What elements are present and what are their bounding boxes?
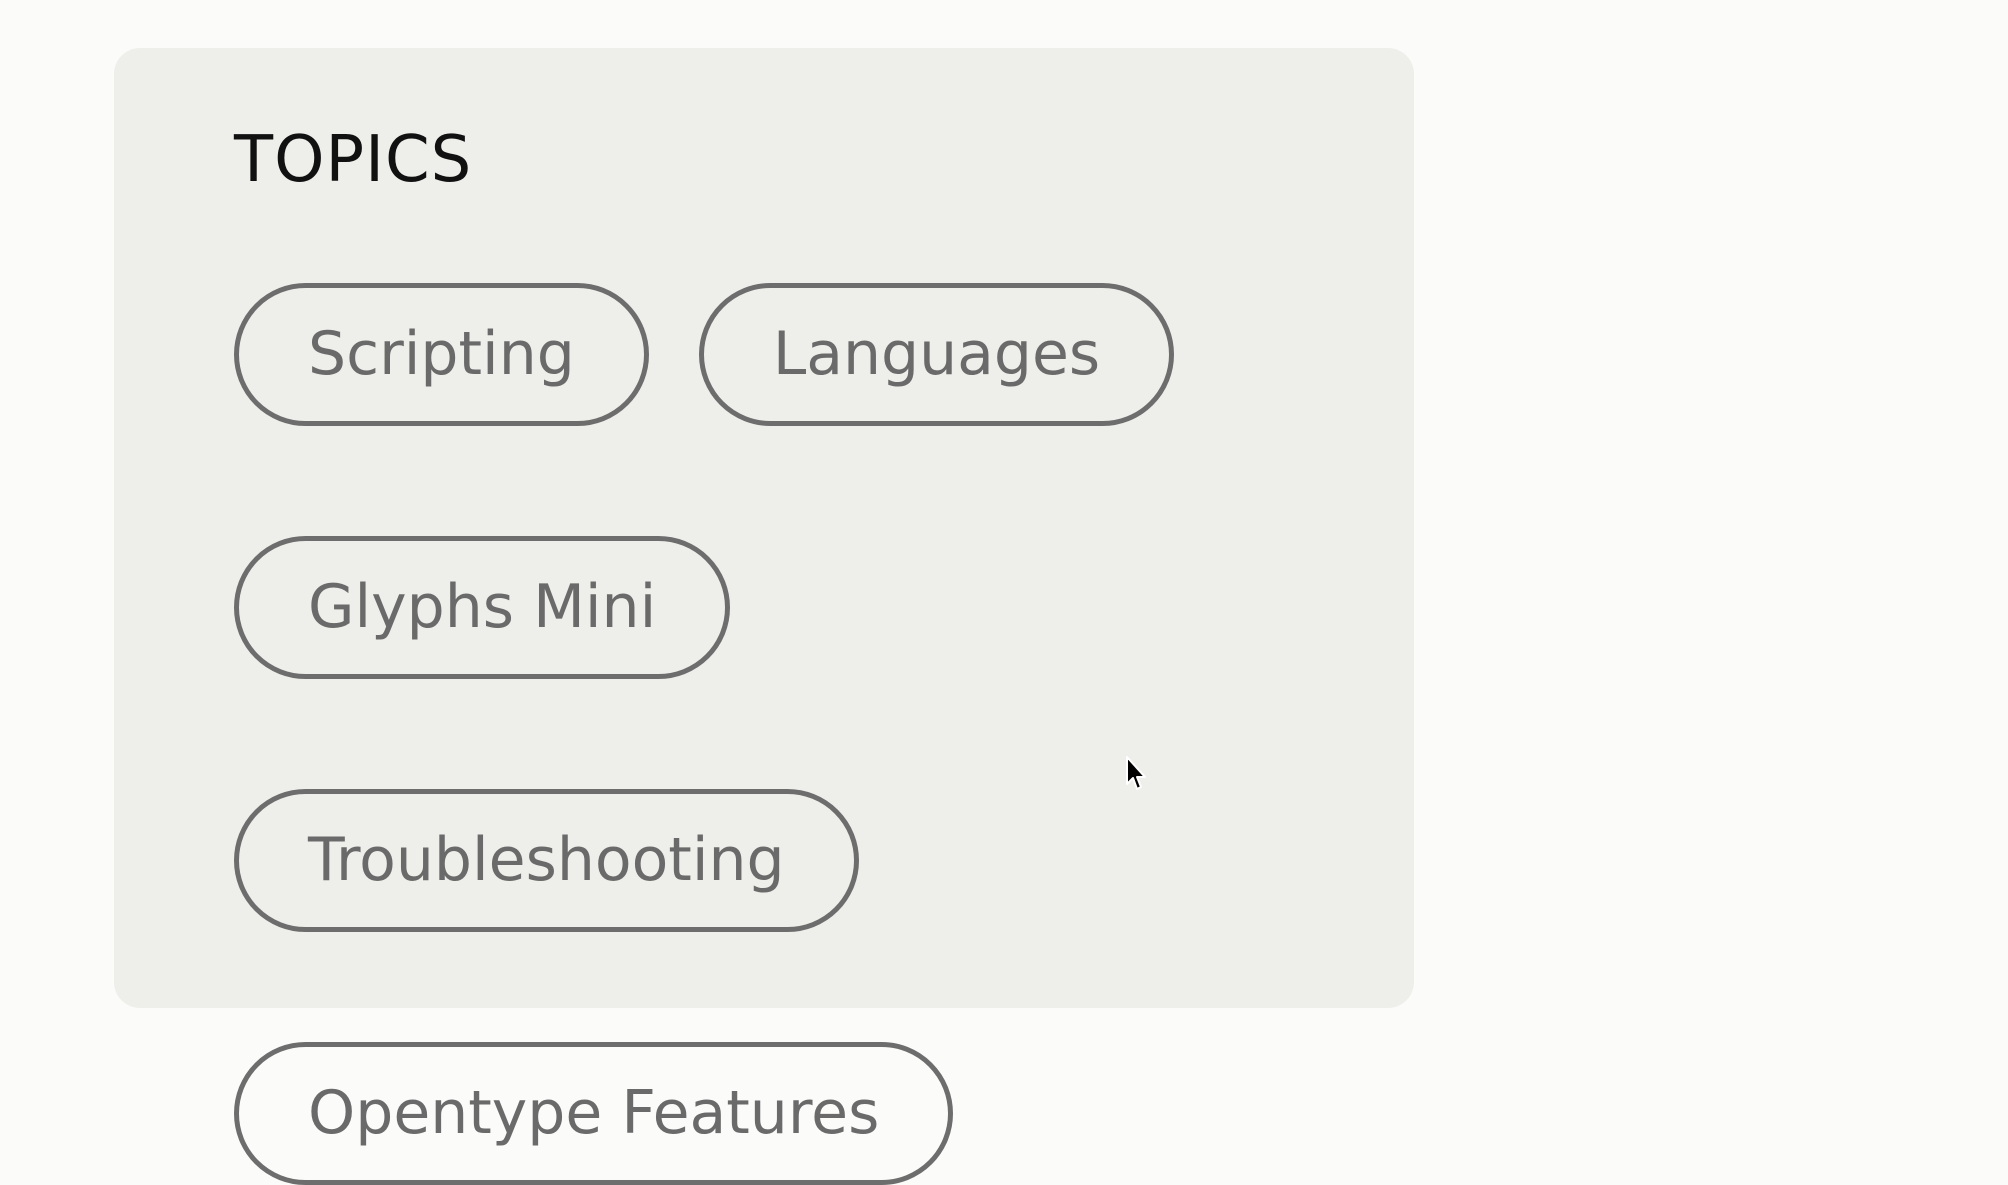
mouse-pointer-icon bbox=[1126, 756, 1146, 790]
topics-panel: TOPICS Scripting Languages Glyphs Mini T… bbox=[114, 48, 1414, 1185]
topic-tag-list: Scripting Languages Glyphs Mini Troubles… bbox=[234, 283, 1334, 1185]
tag-troubleshooting[interactable]: Troubleshooting bbox=[234, 789, 859, 932]
tag-scripting[interactable]: Scripting bbox=[234, 283, 649, 426]
tag-languages[interactable]: Languages bbox=[698, 283, 1175, 426]
topics-title: TOPICS bbox=[234, 123, 473, 197]
tag-opentype-features[interactable]: Opentype Features bbox=[234, 1042, 954, 1185]
tag-glyphs-mini[interactable]: Glyphs Mini bbox=[234, 536, 731, 679]
